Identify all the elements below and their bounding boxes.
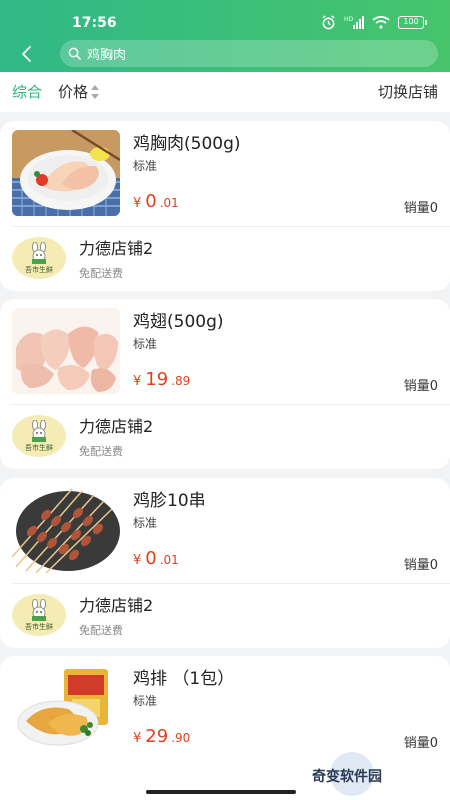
product-spec: 标准 — [133, 694, 158, 708]
header: 17:56 HD 100 — [0, 0, 450, 72]
product-image-chicken-cutlet[interactable] — [12, 665, 120, 751]
alarm-icon — [322, 14, 335, 29]
back-icon — [22, 46, 31, 62]
sort-arrows-icon — [91, 85, 100, 99]
price-decimal: .89 — [171, 374, 191, 388]
shop-delivery: 免配送费 — [79, 624, 123, 637]
svg-text:HD: HD — [344, 16, 354, 23]
price-decimal: .01 — [159, 196, 179, 210]
product-sales: 销量0 — [403, 558, 438, 573]
divider — [12, 404, 450, 405]
filter-price-tab[interactable]: 价格 — [58, 82, 100, 102]
product-spec: 标准 — [133, 516, 158, 530]
price-currency: ¥ — [133, 196, 142, 211]
shop-name[interactable]: 力德店铺2 — [79, 592, 153, 616]
price-currency: ¥ — [133, 731, 142, 746]
shop-logo-text: 吾市生鲜 — [25, 265, 53, 274]
price-integer: 29 — [145, 726, 169, 747]
product-price: ¥0.01 — [133, 548, 179, 569]
price-integer: 19 — [145, 369, 169, 390]
product-card[interactable]: 鸡胸肉(500g) 标准 ¥0.01 销量0 吾市生鲜 力德店铺2 免配送费 — [0, 121, 450, 291]
divider — [12, 583, 450, 584]
shop-name[interactable]: 力德店铺2 — [79, 413, 153, 437]
search-icon — [68, 47, 81, 60]
price-currency: ¥ — [133, 374, 142, 389]
watermark-text: 奇变软件园 — [312, 769, 382, 785]
product-price: ¥19.89 — [133, 369, 190, 390]
shop-logo[interactable]: 吾市生鲜 — [12, 594, 66, 636]
battery-icon: 100 — [398, 15, 427, 29]
switch-shop-button[interactable]: 切换店铺 — [378, 82, 438, 102]
product-spec: 标准 — [133, 159, 158, 173]
price-currency: ¥ — [133, 553, 142, 568]
price-decimal: .90 — [171, 731, 191, 745]
product-sales: 销量0 — [403, 201, 438, 216]
filter-price-label: 价格 — [58, 83, 89, 101]
product-price: ¥29.90 — [133, 726, 190, 747]
shop-name[interactable]: 力德店铺2 — [79, 235, 153, 259]
price-integer: 0 — [145, 191, 157, 212]
status-time: 17:56 — [72, 15, 117, 31]
back-button[interactable] — [12, 40, 40, 68]
wifi-icon — [372, 16, 390, 29]
rabbit-logo-icon — [32, 598, 46, 621]
product-name[interactable]: 鸡胸肉(500g) — [133, 129, 241, 154]
shop-logo[interactable]: 吾市生鲜 — [12, 237, 66, 279]
shop-logo[interactable]: 吾市生鲜 — [12, 415, 66, 457]
product-card[interactable]: 鸡胗10串 标准 ¥0.01 销量0 吾市生鲜 力德店铺2 免配送费 — [0, 478, 450, 648]
rabbit-logo-icon — [32, 241, 46, 264]
price-decimal: .01 — [159, 553, 179, 567]
product-name[interactable]: 鸡胗10串 — [133, 486, 206, 511]
product-image-chicken-wings[interactable] — [12, 308, 120, 394]
watermark: 奇变软件园 — [312, 752, 402, 796]
product-sales: 销量0 — [403, 736, 438, 751]
shop-delivery: 免配送费 — [79, 267, 123, 280]
signal-icon: HD — [344, 16, 364, 29]
divider — [12, 226, 450, 227]
shop-logo-text: 吾市生鲜 — [25, 622, 53, 631]
product-price: ¥0.01 — [133, 191, 179, 212]
rabbit-logo-icon — [32, 419, 46, 442]
shop-logo-text: 吾市生鲜 — [25, 443, 53, 452]
product-card[interactable]: 鸡翅(500g) 标准 ¥19.89 销量0 吾市生鲜 力德店铺2 免配送费 — [0, 299, 450, 469]
shop-delivery: 免配送费 — [79, 445, 123, 458]
status-bar: 17:56 HD 100 — [0, 0, 450, 36]
product-image-gizzard-skewers[interactable] — [12, 487, 120, 573]
bottom-strip — [0, 772, 250, 800]
product-name[interactable]: 鸡排 （1包） — [133, 664, 234, 689]
search-box[interactable] — [60, 40, 438, 67]
home-indicator[interactable] — [146, 790, 296, 794]
price-integer: 0 — [145, 548, 157, 569]
product-sales: 销量0 — [403, 379, 438, 394]
product-image-chicken-breast[interactable] — [12, 130, 120, 216]
status-icons: HD 100 — [321, 13, 427, 31]
product-name[interactable]: 鸡翅(500g) — [133, 307, 224, 332]
filter-all-tab[interactable]: 综合 — [12, 82, 42, 102]
search-input[interactable] — [87, 46, 407, 61]
product-spec: 标准 — [133, 337, 158, 351]
filter-bar: 综合 价格 切换店铺 — [0, 72, 450, 112]
